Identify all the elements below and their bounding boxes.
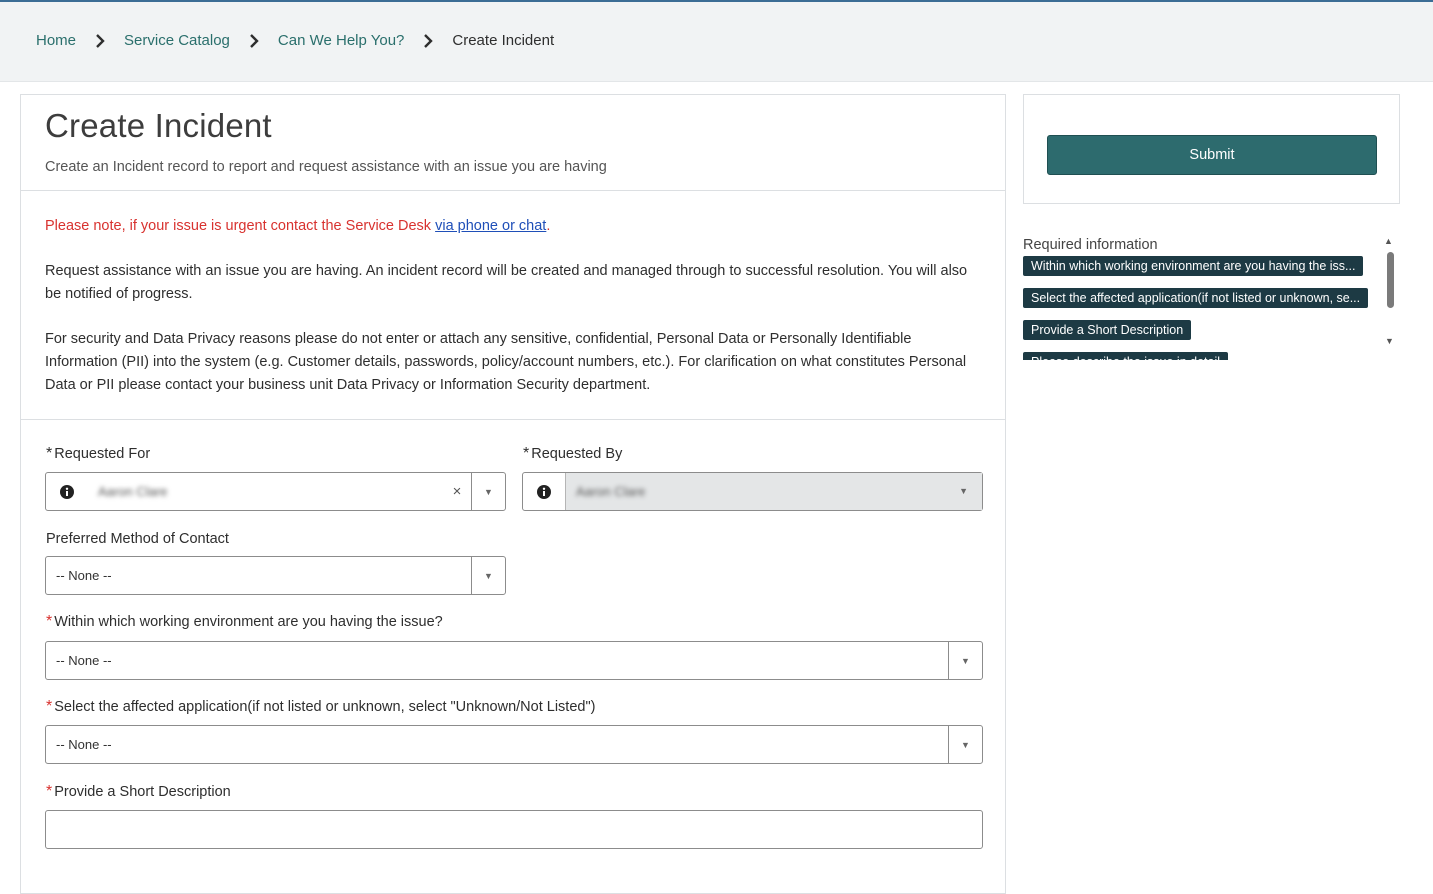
short-desc-label: * Provide a Short Description [46,783,231,800]
divider [21,419,1005,420]
working-env-select[interactable]: -- None -- ▼ [45,641,983,680]
breadcrumb-service-catalog[interactable]: Service Catalog [124,32,230,49]
chevron-down-icon[interactable]: ▼ [948,642,982,679]
page-subtitle: Create an Incident record to report and … [45,159,607,175]
scroll-thumb[interactable] [1387,252,1394,308]
chevron-down-icon[interactable]: ▼ [471,473,505,510]
short-desc-input[interactable] [45,810,983,849]
affected-app-select[interactable]: -- None -- ▼ [45,725,983,764]
chevron-right-icon [418,33,438,48]
breadcrumb-home[interactable]: Home [36,32,76,49]
required-item-affected-app[interactable]: Select the affected application(if not l… [1023,288,1369,308]
preferred-contact-label: Preferred Method of Contact [46,531,229,547]
chevron-right-icon [90,33,110,48]
required-item-working-env[interactable]: Within which working environment are you… [1023,256,1364,276]
urgent-notice: Please note, if your issue is urgent con… [45,218,551,234]
submit-card: Submit [1023,94,1400,204]
requested-for-value: Aaron Clare [98,484,168,499]
catalog-item-card: Create Incident Create an Incident recor… [20,94,1006,894]
breadcrumb: Home Service Catalog Can We Help You? Cr… [36,32,554,49]
breadcrumb-current: Create Incident [452,32,555,49]
working-env-label: * Within which working environment are yo… [46,613,443,630]
clear-icon[interactable]: × [443,483,471,500]
working-env-value: -- None -- [56,653,112,668]
scroll-up-icon[interactable]: ▲ [1384,236,1393,246]
page-title: Create Incident [45,107,272,144]
submit-button[interactable]: Submit [1047,135,1377,175]
breadcrumb-bar: Home Service Catalog Can We Help You? Cr… [0,2,1433,82]
requested-by-value: Aaron Clare [576,484,646,499]
privacy-paragraph: For security and Data Privacy reasons pl… [45,331,967,393]
required-information-panel: Required information Within which workin… [1023,236,1400,360]
requested-by-readonly: Aaron Clare ▼ [565,473,982,510]
card-header: Create Incident Create an Incident recor… [21,95,1005,191]
chevron-down-icon: ▼ [959,486,968,496]
info-icon[interactable] [46,473,88,510]
required-item-description[interactable]: Please describe the issue in detail [1023,352,1229,360]
requested-by-field[interactable]: Aaron Clare ▼ [522,472,983,511]
chevron-right-icon [244,33,264,48]
description-paragraph: Request assistance with an issue you are… [45,263,968,302]
requested-for-label: * Requested For [46,445,151,462]
info-icon[interactable] [523,473,565,510]
preferred-contact-select[interactable]: -- None -- ▼ [45,556,506,595]
breadcrumb-can-we-help[interactable]: Can We Help You? [278,32,404,49]
chevron-down-icon[interactable]: ▼ [948,726,982,763]
affected-app-value: -- None -- [56,737,112,752]
required-info-scrollbar[interactable]: ▲ ▼ [1384,236,1398,352]
instructions: Please note, if your issue is urgent con… [45,215,975,397]
preferred-contact-value: -- None -- [56,568,112,583]
scroll-down-icon[interactable]: ▼ [1385,336,1394,346]
affected-app-label: * Select the affected application(if not … [46,698,596,715]
required-item-short-desc[interactable]: Provide a Short Description [1023,320,1192,340]
required-info-title: Required information [1023,237,1158,253]
phone-chat-link[interactable]: via phone or chat [435,218,546,234]
requested-for-field[interactable]: Aaron Clare × ▼ [45,472,506,511]
requested-by-label: * Requested By [523,445,623,462]
chevron-down-icon[interactable]: ▼ [471,557,505,594]
